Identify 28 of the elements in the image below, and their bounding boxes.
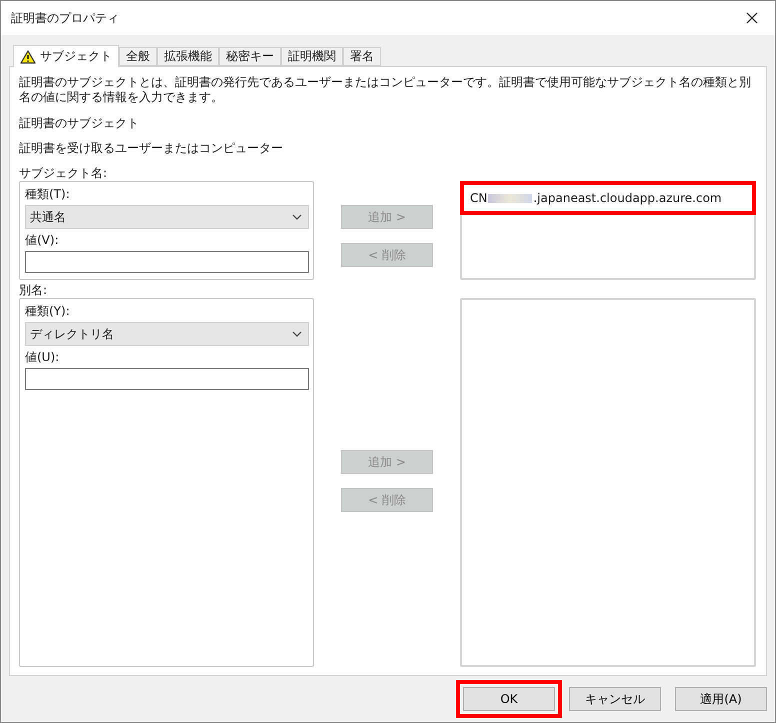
input-field[interactable] [25,251,309,273]
window-title: 証明書のプロパティ [11,10,119,26]
dialog-button[interactable]: OK [463,687,555,711]
chevron-down-icon [292,331,302,337]
warning-icon [20,50,36,64]
list-item[interactable]: CN .japaneast.cloudapp.azure.com [460,181,756,215]
group-label: サブジェクト名: [19,165,108,181]
dialog-button[interactable]: キャンセル [569,687,661,711]
group-label: 別名: [19,282,48,298]
tab[interactable]: 全般 [119,47,157,66]
dialog-button[interactable]: 適用(A) [675,687,767,711]
description-text: 証明書のサブジェクトとは、証明書の発行先であるユーザーまたはコンピューターです。証明書で使用可能なサブジェクト名の種類と別名の値に関する情報を入力できます。 [19,75,752,105]
field-label: 値(V): [25,232,60,248]
field-label: 種類(T): [25,186,71,202]
type-dropdown[interactable]: 共通名 [25,205,309,229]
section-subtitle: 証明書を受け取るユーザーまたはコンピューター [19,140,284,157]
input-field[interactable] [25,368,309,390]
tab[interactable]: 証明機関 [281,47,343,66]
section-title: 証明書のサブジェクト [19,115,140,132]
tab[interactable]: 秘密キー [219,47,281,66]
tab[interactable]: サブジェクト [13,45,119,67]
chevron-down-icon [292,214,302,220]
close-icon [746,12,758,24]
tab[interactable]: 拡張機能 [157,47,219,66]
type-dropdown[interactable]: ディレクトリ名 [25,322,309,346]
field-label: 種類(Y): [25,303,71,319]
field-label: 値(U): [25,349,60,365]
tab[interactable]: 署名 [343,47,381,66]
